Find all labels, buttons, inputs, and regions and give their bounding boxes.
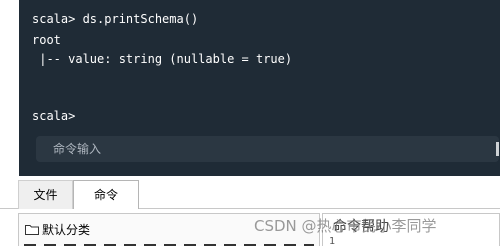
folder-icon [25, 224, 39, 235]
terminal-line: root [32, 33, 61, 47]
lower-panels: 默认分类 命令帮助 1 [0, 209, 500, 247]
tree-item-label: 默认分类 [42, 222, 91, 237]
tab-bar: 文件 命令 [0, 176, 500, 210]
line-number: 1 [329, 236, 336, 247]
left-margin [0, 0, 19, 176]
input-scroll-handle[interactable] [496, 142, 499, 156]
tab-file[interactable]: 文件 [18, 180, 73, 209]
command-input[interactable] [53, 136, 473, 162]
tab-command[interactable]: 命令 [73, 180, 139, 210]
command-tree-pane: 默认分类 [18, 213, 320, 246]
terminal-prompt: scala> [32, 109, 76, 123]
command-input-box[interactable] [36, 136, 499, 162]
terminal-output[interactable]: scala> ds.printSchema() root |-- value: … [19, 0, 500, 176]
help-title: 命令帮助 [333, 219, 389, 235]
command-help-pane: 命令帮助 1 [322, 213, 500, 247]
terminal-line: scala> ds.printSchema() [32, 12, 199, 26]
terminal-line: |-- value: string (nullable = true) [32, 52, 293, 66]
tree-item-default-category[interactable]: 默认分类 [25, 219, 90, 239]
